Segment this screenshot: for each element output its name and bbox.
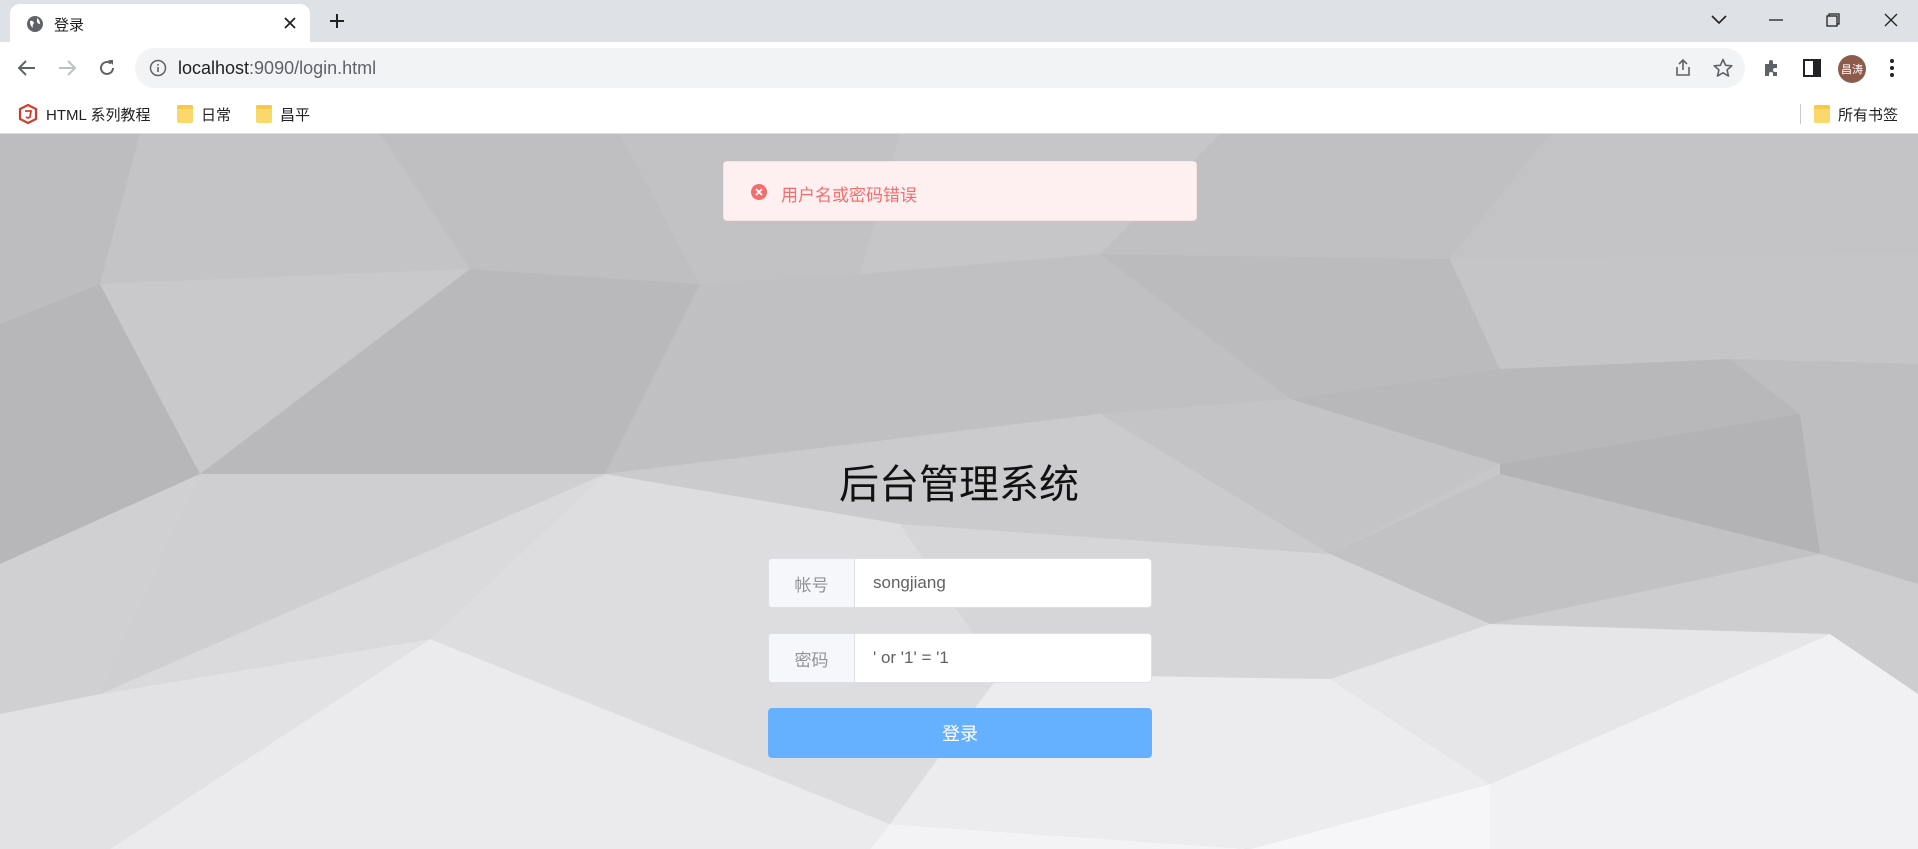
globe-icon — [27, 16, 43, 32]
bookmark-html-tutorial[interactable]: HTML 系列教程 — [18, 103, 150, 125]
username-field: 帐号 — [768, 558, 1152, 608]
close-window-icon[interactable] — [1868, 4, 1914, 36]
tab-search-chevron-icon[interactable] — [1696, 4, 1742, 36]
back-arrow-icon[interactable] — [13, 54, 41, 82]
extensions-puzzle-icon[interactable] — [1760, 56, 1784, 80]
minimize-icon[interactable] — [1753, 4, 1799, 36]
bookmarks-divider — [1800, 104, 1801, 124]
alert-message: 用户名或密码错误 — [781, 186, 917, 205]
more-menu-icon[interactable] — [1880, 56, 1904, 80]
page-title: 后台管理系统 — [839, 463, 1079, 507]
url-path: :9090/login.html — [249, 58, 377, 78]
profile-avatar[interactable]: 昌涛 — [1838, 55, 1866, 83]
username-label: 帐号 — [768, 558, 854, 608]
browser-toolbar: localhost:9090/login.html 昌涛 — [0, 42, 1918, 94]
bookmark-label: 昌平 — [280, 106, 311, 124]
share-icon[interactable] — [1672, 57, 1694, 79]
address-bar[interactable]: localhost:9090/login.html — [135, 48, 1745, 88]
folder-icon — [1814, 105, 1830, 123]
url-host: localhost — [178, 58, 250, 78]
password-label: 密码 — [768, 633, 854, 683]
reload-icon[interactable] — [93, 54, 121, 82]
tab-strip: 登录 — [0, 0, 1918, 42]
bookmark-folder-changping[interactable]: 昌平 — [256, 103, 310, 125]
browser-tab[interactable]: 登录 — [10, 4, 310, 42]
login-page: 用户名或密码错误 后台管理系统 帐号 密码 登录 — [0, 134, 1918, 849]
error-alert: 用户名或密码错误 — [723, 161, 1197, 221]
tab-title: 登录 — [54, 17, 85, 34]
bookmark-label: HTML 系列教程 — [46, 106, 151, 124]
bookmark-label: 日常 — [201, 106, 232, 124]
bookmarks-bar: HTML 系列教程 日常 昌平 所有书签 — [0, 94, 1918, 134]
new-tab-icon[interactable] — [325, 9, 349, 33]
tab-close-icon[interactable] — [280, 13, 300, 33]
password-input[interactable] — [854, 633, 1152, 683]
side-panel-icon[interactable] — [1800, 56, 1824, 80]
bookmark-folder-daily[interactable]: 日常 — [177, 103, 231, 125]
folder-icon — [177, 105, 193, 123]
all-bookmarks-button[interactable]: 所有书签 — [1814, 103, 1898, 125]
forward-arrow-icon[interactable] — [53, 54, 81, 82]
url-text[interactable]: localhost:9090/login.html — [178, 58, 376, 79]
restore-icon[interactable] — [1810, 4, 1856, 36]
password-field: 密码 — [768, 633, 1152, 683]
bookmark-star-icon[interactable] — [1712, 57, 1734, 79]
folder-icon — [256, 105, 272, 123]
html-logo-icon — [18, 104, 38, 124]
site-info-icon[interactable] — [149, 59, 167, 77]
login-button[interactable]: 登录 — [768, 708, 1152, 758]
username-input[interactable] — [854, 558, 1152, 608]
error-circle-icon — [751, 184, 767, 200]
all-bookmarks-label: 所有书签 — [1838, 106, 1899, 124]
